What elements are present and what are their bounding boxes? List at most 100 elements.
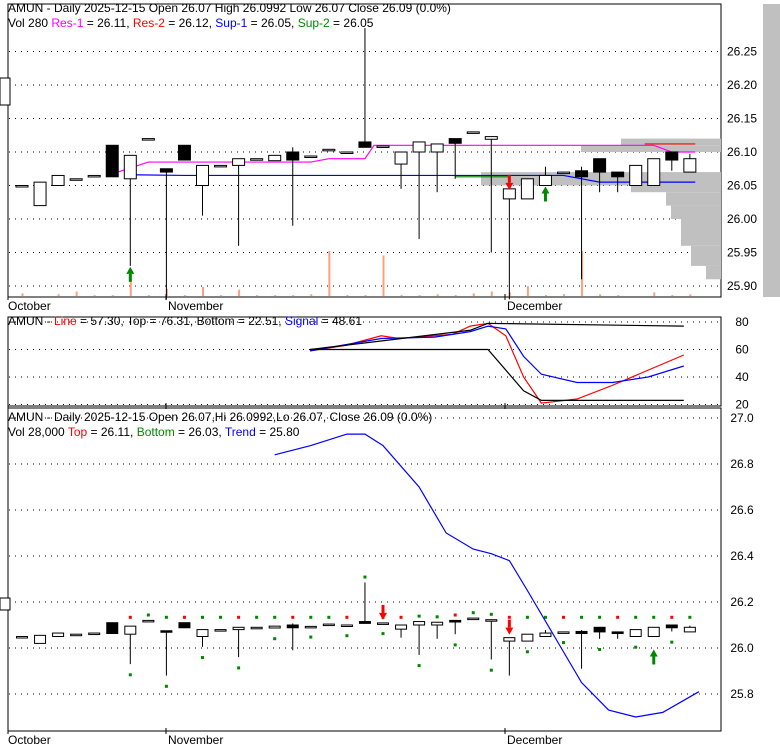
volume-by-price-bar [671, 205, 721, 219]
candle [51, 174, 65, 186]
bottom-value: = 26.03, [174, 425, 225, 439]
top-dot [363, 575, 367, 579]
volume-bar [346, 295, 349, 296]
candle [593, 626, 606, 633]
y-tick-label: 60 [735, 343, 749, 357]
candle [322, 148, 336, 152]
line-label: Line [54, 314, 77, 328]
top-dot [201, 615, 204, 619]
volume-bar [183, 295, 186, 296]
volume-bar [544, 295, 547, 296]
top-dot [670, 615, 674, 619]
candle [502, 188, 516, 200]
signal-arrow-down [379, 612, 387, 620]
bottom-dot [345, 634, 349, 638]
candle [141, 138, 155, 141]
candle [629, 164, 643, 186]
candle [683, 626, 696, 633]
y-tick-label: 25.95 [727, 246, 757, 260]
candle [69, 178, 83, 181]
top-dot [128, 615, 132, 619]
candle [557, 171, 570, 175]
volume-bar [436, 294, 439, 296]
candle [412, 141, 426, 153]
signal-arrow-up-stem [128, 273, 132, 282]
candle [611, 171, 625, 178]
candle [431, 621, 444, 626]
candle [196, 164, 209, 186]
candle [448, 138, 462, 144]
volume-by-price-bar [631, 185, 721, 193]
candle [196, 629, 209, 637]
candle [557, 631, 570, 634]
top-dot [345, 615, 349, 619]
vol-label: Vol 280 [8, 16, 49, 30]
candle [413, 621, 426, 626]
y-tick-label: 40 [735, 370, 749, 384]
top-dot [327, 615, 331, 619]
volume-bar [472, 293, 475, 296]
y-tick-label: 26.05 [727, 179, 757, 193]
candle [286, 151, 300, 161]
candle [611, 631, 624, 635]
candle [647, 158, 661, 186]
candle [395, 624, 408, 630]
top-chart-title: AMUN - Daily 2025-12-15 Open 26.07 High … [8, 1, 451, 15]
candle [15, 185, 29, 188]
signal-arrow-up [541, 186, 550, 194]
x-label-october: October [8, 299, 51, 313]
y-tick-label: 25.90 [727, 279, 757, 293]
bottom-dot [489, 668, 493, 672]
bottom-dot [164, 684, 168, 688]
y-tick-label: 80 [735, 315, 749, 329]
y-tick-label: 20 [735, 398, 749, 412]
y-tick-label: 26.6 [730, 503, 754, 517]
candle [250, 158, 264, 161]
volume-by-price-bar [706, 265, 721, 280]
volume-bar [111, 295, 114, 296]
candle [214, 164, 228, 168]
top-dot [164, 615, 168, 619]
top-dot [255, 615, 259, 619]
candle [160, 630, 173, 633]
bottom-chart-title: AMUN - Daily 2025-12-15 Open 26.07,Hi 26… [8, 410, 433, 424]
candle [539, 632, 552, 637]
candle [593, 158, 607, 173]
x-label-october: October [8, 733, 51, 745]
volume-bar [418, 295, 421, 296]
volume-bar [328, 251, 331, 296]
top-dot [237, 615, 241, 619]
candle [520, 178, 534, 200]
candle [484, 136, 498, 140]
volume-bar [526, 286, 529, 296]
y-tick-label: 26.15 [727, 112, 757, 126]
signal-arrow-down-stem [507, 174, 511, 183]
y-tick-label: 26.00 [727, 212, 757, 226]
res2-value: = 26.12, [164, 16, 216, 30]
volume-by-price-bar [681, 219, 721, 246]
line-value: = 57.30, Top = 76.31, Bottom = 22.51, [76, 314, 285, 328]
bottom-dot [201, 656, 204, 660]
sup1-value: = 26.05, [247, 16, 298, 30]
volume-bar [93, 295, 96, 296]
x-label-november: November [168, 299, 223, 313]
bottom-dot [237, 666, 241, 670]
candle [340, 624, 353, 627]
volume-bar [75, 291, 78, 296]
candle [214, 629, 227, 632]
top-dot [562, 615, 565, 619]
top-dot [471, 611, 475, 615]
candle [52, 632, 65, 637]
volume-bar [671, 295, 674, 296]
y-tick-label: 26.25 [727, 45, 757, 59]
top-dot [399, 615, 403, 619]
volume-bar [653, 292, 656, 296]
top-dot [309, 615, 313, 619]
y-tick-label: 26.20 [727, 78, 757, 92]
trend-value: = 25.80 [255, 425, 300, 439]
candle [575, 630, 588, 635]
volume-bar [147, 295, 150, 296]
signal-arrow-up-stem [543, 193, 547, 202]
candle [665, 151, 679, 161]
candle-partial [0, 77, 11, 106]
